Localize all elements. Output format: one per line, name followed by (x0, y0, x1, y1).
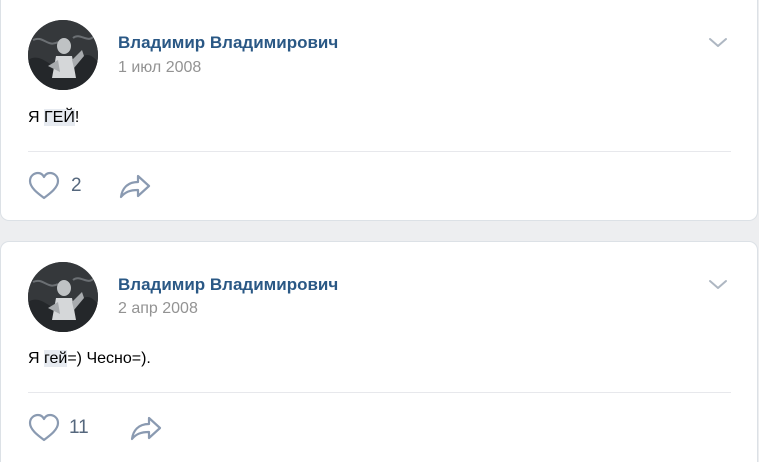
wall-post: Владимир Владимирович 1 июл 2008 Я ГЕЙ! … (1, 0, 757, 220)
share-arrow-icon (119, 174, 151, 199)
post-text-plain: ! (74, 109, 80, 126)
like-count: 2 (71, 175, 82, 196)
post-text-plain: Я (28, 350, 44, 367)
author-avatar[interactable] (28, 20, 98, 90)
share-arrow-icon (130, 416, 162, 441)
news-feed: Владимир Владимирович 1 июл 2008 Я ГЕЙ! … (0, 0, 759, 462)
avatar-image (28, 262, 98, 332)
post-author[interactable]: Владимир Владимирович (118, 275, 338, 295)
post-date[interactable]: 2 апр 2008 (118, 300, 198, 318)
divider (28, 392, 731, 393)
divider (28, 151, 731, 152)
post-text: Я ГЕЙ! (28, 109, 79, 127)
post-text-highlight: гей (44, 350, 68, 367)
chevron-down-icon[interactable] (707, 278, 729, 292)
post-text: Я гей=) Чесно=). (28, 350, 151, 368)
like-count: 11 (69, 417, 89, 438)
like-button[interactable]: 2 (27, 171, 82, 201)
post-text-highlight: ГЕЙ (44, 109, 75, 126)
chevron-down-icon[interactable] (707, 36, 729, 50)
like-button[interactable]: 11 (27, 413, 89, 443)
wall-post: Владимир Владимирович 2 апр 2008 Я гей=)… (1, 242, 757, 462)
post-date[interactable]: 1 июл 2008 (118, 59, 201, 77)
share-button[interactable] (117, 171, 153, 201)
author-avatar[interactable] (28, 262, 98, 332)
post-text-plain: Я (28, 109, 44, 126)
avatar-image (28, 20, 98, 90)
post-text-plain: =) Чесно=). (67, 350, 151, 367)
heart-icon (28, 171, 60, 200)
heart-icon (28, 413, 60, 442)
share-button[interactable] (128, 413, 164, 443)
post-author[interactable]: Владимир Владимирович (118, 33, 338, 53)
